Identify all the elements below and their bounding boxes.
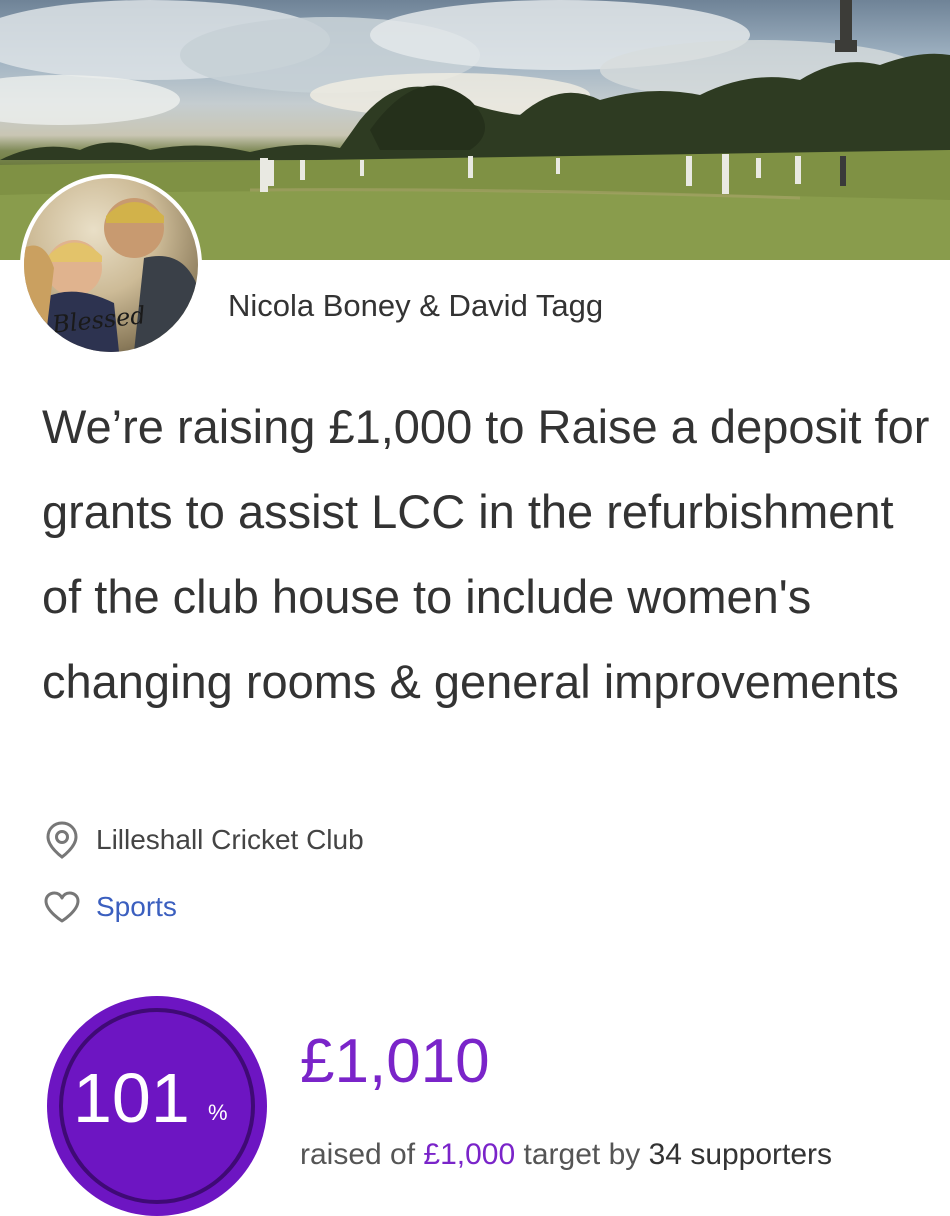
location-row: Lilleshall Cricket Club <box>42 820 364 860</box>
raised-summary: raised of £1,000 target by 34 supporters <box>300 1138 832 1172</box>
location-label: Lilleshall Cricket Club <box>96 824 364 855</box>
raised-prefix: raised of <box>300 1138 416 1171</box>
target-amount: £1,000 <box>423 1138 516 1171</box>
location-pin-icon <box>42 820 82 860</box>
supporters-count: 34 supporters <box>648 1138 833 1171</box>
category-row[interactable]: Sports <box>42 887 177 927</box>
category-link[interactable]: Sports <box>96 891 177 923</box>
progress-percent: 101 <box>73 1059 190 1137</box>
organiser-avatar[interactable]: Blessed <box>20 174 202 356</box>
campaign-headline: We’re raising £1,000 to Raise a deposit … <box>42 400 930 708</box>
progress-ring: 101 % <box>47 996 267 1216</box>
organiser-names[interactable]: Nicola Boney & David Tagg <box>228 288 603 324</box>
heart-icon <box>42 887 82 927</box>
target-middle: target by <box>523 1138 641 1171</box>
raised-amount: £1,010 <box>300 1027 490 1096</box>
avatar-photo: Blessed <box>24 178 198 352</box>
progress-percent-sign: % <box>208 1100 228 1125</box>
